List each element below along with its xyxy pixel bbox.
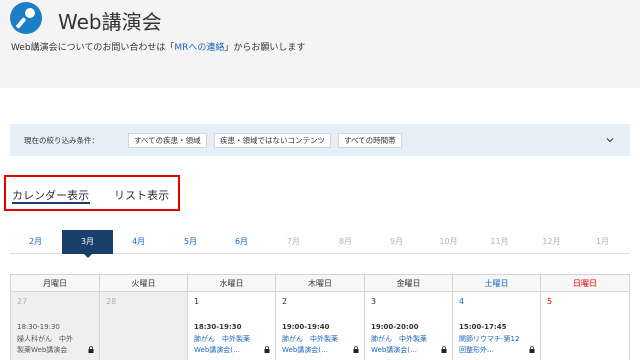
calendar-day-28: 28 <box>100 292 188 360</box>
event-title-line1[interactable]: 肺がん 中外製薬 <box>371 334 427 344</box>
contact-note-prefix: Web講演会についてのお問い合わせは「 <box>11 43 175 53</box>
filter-chip-disease: すべての疾患・領域 <box>128 133 207 148</box>
lock-icon <box>529 346 535 353</box>
contact-note: Web講演会についてのお問い合わせは「MRへの連絡」からお願いします <box>11 40 305 53</box>
active-month-pointer <box>84 254 92 258</box>
month-jun[interactable]: 6月 <box>216 230 267 254</box>
calendar-day-2: 2 19:00-19:40 肺がん 中外製薬 Web講演会(… <box>276 292 365 360</box>
event-title-line2[interactable]: 製薬Web講演会 <box>17 345 67 355</box>
event-title-line1[interactable]: 婦人科がん 中外 <box>17 334 73 344</box>
month-may[interactable]: 5月 <box>165 230 216 254</box>
event-time: 15:00-17:45 <box>459 323 507 331</box>
event-title-line1[interactable]: 肺がん 中外製薬 <box>282 334 338 344</box>
day-number: 2 <box>282 297 288 306</box>
weekday-fri: 金曜日 <box>365 275 453 292</box>
month-apr[interactable]: 4月 <box>113 230 164 254</box>
microphone-icon <box>10 2 42 34</box>
event-title-line2[interactable]: Web講演会(… <box>194 345 240 355</box>
contact-note-suffix: 」からお願いします <box>224 43 306 53</box>
month-aug: 8月 <box>338 237 353 246</box>
lock-icon <box>441 346 447 353</box>
month-selector: 2月 3月 4月 5月 6月 7月 8月 9月 10月 11月 12月 1月 <box>10 230 630 254</box>
event-title-line1[interactable]: 関節リウマチ-第12 <box>459 334 519 344</box>
event-title-line2[interactable]: 回整形外… <box>459 345 494 355</box>
event-title-line2[interactable]: Web講演会(… <box>282 345 328 355</box>
lock-icon <box>88 346 94 353</box>
day-number: 27 <box>17 297 28 306</box>
event-time: 19:00-19:40 <box>282 323 330 331</box>
tab-list[interactable]: リスト表示 <box>114 187 169 203</box>
day-number: 4 <box>459 297 465 306</box>
calendar-grid: 月曜日 火曜日 水曜日 木曜日 金曜日 土曜日 日曜日 27 18:30-19:… <box>10 274 630 360</box>
tab-calendar[interactable]: カレンダー表示 <box>12 187 89 203</box>
lock-icon <box>353 346 359 353</box>
weekday-sat: 土曜日 <box>453 275 541 292</box>
day-number: 1 <box>194 297 200 306</box>
filter-chip-time: すべての時間帯 <box>338 133 402 148</box>
lock-icon <box>264 346 270 353</box>
event-title-line2[interactable]: Web講演会(… <box>371 345 417 355</box>
calendar-day-4: 4 15:00-17:45 関節リウマチ-第12 回整形外… <box>453 292 541 360</box>
month-oct: 10月 <box>439 237 458 246</box>
weekday-thu: 木曜日 <box>276 275 365 292</box>
month-dec: 12月 <box>542 237 561 246</box>
filter-bar[interactable]: 現在の絞り込み条件： すべての疾患・領域 疾患・領域ではないコンテンツ すべての… <box>10 124 630 156</box>
weekday-wed: 水曜日 <box>188 275 276 292</box>
weekday-sun: 日曜日 <box>541 275 629 292</box>
event-title-line1[interactable]: 肺がん 中外製薬 <box>194 334 250 344</box>
calendar-day-5: 5 <box>541 292 629 360</box>
page-header: Web講演会 Web講演会についてのお問い合わせは「MRへの連絡」からお願いしま… <box>0 0 640 88</box>
weekday-mon: 月曜日 <box>11 275 100 292</box>
view-tabs: カレンダー表示 リスト表示 <box>4 175 180 211</box>
month-jul: 7月 <box>286 237 301 246</box>
filter-label: 現在の絞り込み条件： <box>24 136 99 145</box>
day-number: 28 <box>106 297 117 306</box>
day-number: 3 <box>371 297 377 306</box>
page-title: Web講演会 <box>58 10 162 34</box>
month-sep: 9月 <box>389 237 404 246</box>
filter-chip-non-disease: 疾患・領域ではないコンテンツ <box>214 133 331 148</box>
month-mar[interactable]: 3月 <box>62 230 113 254</box>
mr-contact-link[interactable]: MRへの連絡 <box>174 43 224 53</box>
event-time: 18:30-19:30 <box>194 323 242 331</box>
weekday-tue: 火曜日 <box>100 275 188 292</box>
event-time: 18:30-19:30 <box>17 323 60 331</box>
event-time: 19:00-20:00 <box>371 323 419 331</box>
month-jan: 1月 <box>595 237 610 246</box>
calendar-day-1: 1 18:30-19:30 肺がん 中外製薬 Web講演会(… <box>188 292 276 360</box>
chevron-down-icon[interactable] <box>606 136 614 144</box>
month-feb[interactable]: 2月 <box>10 230 61 254</box>
calendar-day-3: 3 19:00-20:00 肺がん 中外製薬 Web講演会(… <box>365 292 453 360</box>
month-nov: 11月 <box>490 237 509 246</box>
day-number: 5 <box>547 297 553 306</box>
active-tab-indicator <box>12 202 90 204</box>
calendar-day-27: 27 18:30-19:30 婦人科がん 中外 製薬Web講演会 <box>11 292 100 360</box>
